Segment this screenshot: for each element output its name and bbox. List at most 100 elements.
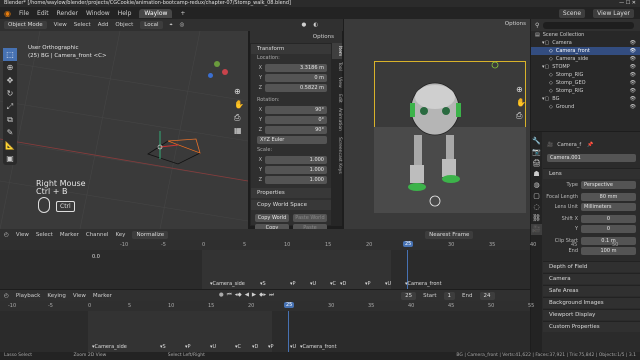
snap-icon[interactable]: ⌖ [170,22,173,29]
dope-menu-key[interactable]: Key [115,232,125,238]
navigation-gizmo[interactable] [206,61,228,83]
playhead-line[interactable] [288,311,289,352]
camera-section[interactable]: Camera [543,273,640,284]
visibility-eye-icon[interactable]: 👁 [630,55,640,63]
menu-select[interactable]: Select [74,22,91,28]
outliner-item[interactable]: ◇ Camera_front 👁 [531,47,640,55]
tab-edit[interactable]: Edit [332,91,342,106]
timeline-marker[interactable]: ▾Camera_side [92,344,127,350]
background-images-section[interactable]: Background Images [543,297,640,308]
scene-selector[interactable]: Scene [558,8,586,18]
timeline-marker[interactable]: ▾D [340,281,346,287]
timeline-marker[interactable]: ▾U [210,344,216,350]
clip-start-field[interactable]: 0.1 m [581,236,636,245]
tab-screencast-keys[interactable]: Screencast Keys [332,134,342,177]
camera-viewport[interactable]: Options ⊕ ✋ ⎙ [344,19,530,229]
timeline-marker[interactable]: ▾U [385,281,391,287]
visibility-eye-icon[interactable]: 👁 [630,39,640,47]
annotate-tool-icon[interactable]: ✎ [3,126,17,139]
playhead-frame-badge[interactable]: 25 [284,302,295,308]
tool-props-icon[interactable]: 🔧 [531,136,542,147]
outliner-item[interactable]: ◇ Ground 👁 [531,103,640,111]
select-tool-icon[interactable]: ⬚ [3,48,17,61]
depth-of-field-section[interactable]: Depth of Field [543,261,640,272]
add-cube-tool-icon[interactable]: ▣ [3,152,17,165]
orientation-selector[interactable]: Local [140,21,163,29]
shading-solid-icon[interactable]: ● [301,22,306,28]
timeline-marker[interactable]: ▾U [290,344,296,350]
tab-view[interactable]: View [332,74,342,91]
scale-y-field[interactable]: 1.000 [265,165,327,174]
paste-world-button[interactable]: Paste World [293,213,327,222]
workspace-tab[interactable]: Waylow [139,8,173,18]
dope-channel-region[interactable]: ▾Camera_side ▾S ▾P ▾U ▾C ▾D ▾P ▾U ▾Camera_front 0… [0,250,530,289]
visibility-eye-icon[interactable]: 👁 [630,79,640,87]
timeline-marker[interactable]: ▾D [252,344,258,350]
rotate-tool-icon[interactable]: ↻ [3,87,17,100]
lens-section-header[interactable]: Lens [543,168,640,179]
outliner-filter-icon[interactable]: ⚲ [535,22,539,29]
outliner-search-input[interactable] [543,21,634,29]
focal-length-field[interactable]: 80 mm [581,192,636,201]
physics-props-icon[interactable]: ◌ [531,202,542,213]
outliner-item[interactable]: ◇ Stomp_RIG 👁 [531,71,640,79]
view-layer-selector[interactable]: View Layer [593,8,634,18]
viewport-display-section[interactable]: Viewport Display [543,309,640,320]
record-icon[interactable]: ● [219,292,224,299]
dope-menu-view[interactable]: View [16,232,29,238]
dope-frame-ruler[interactable]: -10-50510152025303540455025 [0,240,618,250]
transform-section-header[interactable]: Transform [251,44,331,54]
visibility-eye-icon[interactable]: 👁 [630,103,640,111]
location-x-field[interactable]: 3.3186 m [265,63,327,72]
start-frame-field[interactable]: 1 [443,291,456,300]
timeline-marker[interactable]: ▾Camera_side [210,281,245,287]
custom-properties-section[interactable]: Custom Properties [543,321,640,332]
timeline-menu-view[interactable]: View [73,293,86,299]
timeline-region[interactable]: ▾Camera_side ▾S ▾P ▾U ▾C ▾D ▾P ▾U ▾Camera_front [0,311,530,352]
current-frame-field[interactable]: 25 [401,291,417,300]
viewport-nav-icons[interactable]: ⊕ ✋ ⎙ ▦ [234,85,244,137]
scene-props-icon[interactable]: ☗ [531,169,542,180]
next-key-icon[interactable]: ◆▸ [259,292,266,299]
menu-help[interactable]: Help [118,10,132,17]
dope-menu-select[interactable]: Select [36,232,53,238]
visibility-eye-icon[interactable]: 👁 [630,95,640,103]
normalize-toggle[interactable]: Normalize [132,230,169,239]
tab-item[interactable]: Item [332,43,342,60]
move-tool-icon[interactable]: ✥ [3,74,17,87]
outliner-item[interactable]: ▾▢ Camera 👁 [531,39,640,47]
scale-tool-icon[interactable]: ⤢ [3,100,17,113]
editor-type-icon[interactable]: ◴ [4,232,9,238]
prev-key-icon[interactable]: ◂◆ [235,292,242,299]
timeline-marker[interactable]: ▾C [235,344,241,350]
constraint-props-icon[interactable]: ⛓ [531,213,542,224]
camera-data-name-field[interactable]: Camera.001 [547,153,636,162]
shading-render-icon[interactable]: ◐ [313,22,318,28]
copy-world-button[interactable]: Copy World [255,213,289,222]
visibility-eye-icon[interactable]: 👁 [630,87,640,95]
camview-nav-icons[interactable]: ⊕ ✋ ⎙ [516,83,526,122]
shift-y-field[interactable]: 0 [581,224,636,233]
blender-logo-icon[interactable]: ◉ [4,9,11,18]
visibility-eye-icon[interactable]: 👁 [630,71,640,79]
timeline-menu-keying[interactable]: Keying [47,293,65,299]
timeline-marker[interactable]: ▾S [260,281,266,287]
menu-render[interactable]: Render [57,10,78,17]
timeline-marker[interactable]: ▾Camera_front [405,281,442,287]
mode-selector[interactable]: Object Mode [4,21,47,29]
outliner-item[interactable]: ◇ Camera_side 👁 [531,55,640,63]
menu-add[interactable]: Add [98,22,109,28]
timeline-menu-playback[interactable]: Playback [16,293,41,299]
timeline-marker[interactable]: ▾P [268,344,274,350]
window-controls[interactable]: — ☐ ✕ [619,0,636,7]
end-frame-field[interactable]: 24 [479,291,495,300]
menu-view[interactable]: View [54,22,67,28]
snap-mode-select[interactable]: Nearest Frame [425,230,474,239]
shift-x-field[interactable]: 0 [581,214,636,223]
viewport-3d[interactable]: User Orthographic (25) BG | Camera_front… [0,31,248,229]
dope-menu-marker[interactable]: Marker [60,232,79,238]
play-icon[interactable]: ▶ [252,292,256,299]
timeline-menu-marker[interactable]: Marker [93,293,112,299]
dope-menu-channel[interactable]: Channel [86,232,109,238]
location-z-field[interactable]: 0.5822 m [265,83,327,92]
